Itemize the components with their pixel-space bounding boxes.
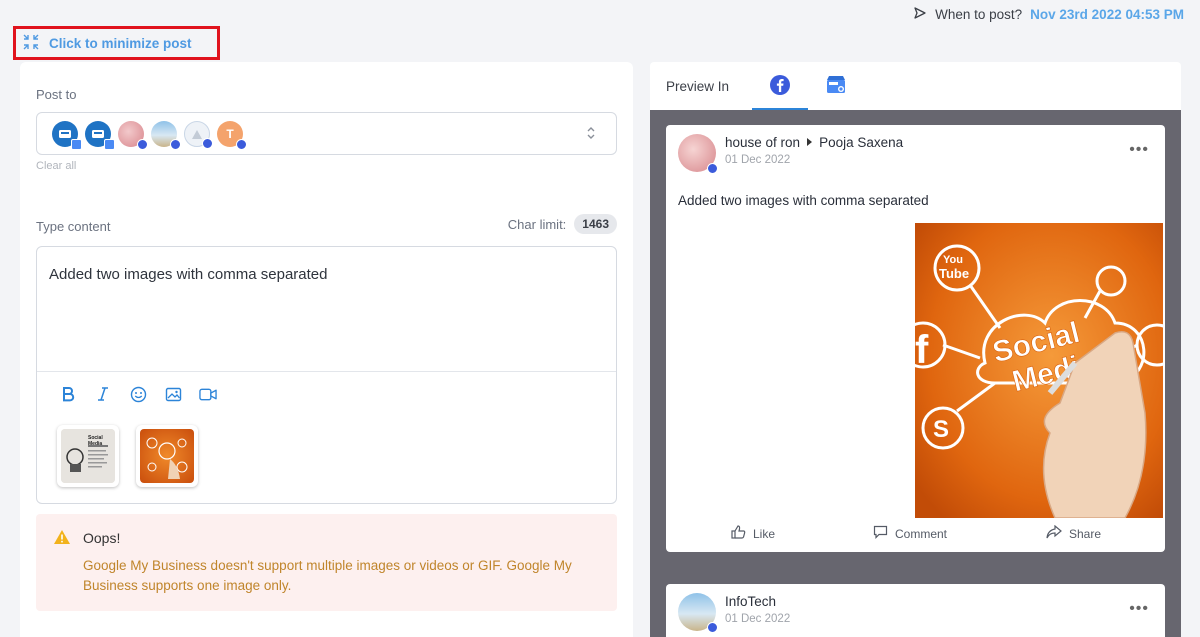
content-text[interactable]: Added two images with comma separated [49, 266, 327, 283]
account-avatar[interactable] [151, 120, 181, 150]
caret-right-icon [806, 135, 813, 150]
minimize-post-button[interactable]: Click to minimize post [13, 26, 220, 60]
avatar [678, 593, 718, 633]
attachment-thumbnail[interactable] [136, 425, 198, 487]
preview-tabs: Preview In [650, 62, 1181, 110]
post-date: 01 Dec 2022 [725, 154, 791, 166]
clear-all-link[interactable]: Clear all [36, 160, 76, 172]
type-content-label: Type content [36, 219, 111, 234]
account-avatar[interactable] [85, 120, 115, 150]
share-button[interactable]: Share [1046, 524, 1102, 542]
chevron-updown-icon[interactable] [586, 125, 596, 141]
more-options-icon[interactable]: ••• [1129, 141, 1149, 159]
comment-label: Comment [895, 526, 948, 541]
share-label: Share [1069, 526, 1102, 541]
facebook-tab-icon[interactable] [769, 74, 791, 96]
composer-card: Post to T Clear all Type content Char li… [20, 62, 633, 637]
svg-text:Tube: Tube [939, 266, 969, 281]
svg-text:f: f [915, 328, 929, 372]
account-selector[interactable]: T [36, 112, 617, 155]
account-avatar[interactable] [184, 120, 213, 149]
content-editor[interactable]: Added two images with comma separated So… [36, 246, 617, 504]
gmb-badge-icon [104, 138, 115, 150]
post-date: 01 Dec 2022 [725, 613, 791, 625]
char-limit: Char limit: 1463 [508, 214, 617, 234]
facebook-badge-icon [707, 622, 718, 633]
svg-text:S: S [933, 416, 949, 443]
post-header: house of ron Pooja Saxena [725, 135, 903, 150]
comment-icon [873, 525, 888, 542]
italic-icon[interactable] [94, 385, 112, 403]
gmb-badge-icon [71, 138, 82, 150]
attachment-list: Social Media [57, 425, 198, 487]
facebook-badge-icon [707, 163, 718, 174]
send-icon [913, 6, 927, 23]
post-image: You Tube f S g+ Social Media [915, 223, 1163, 518]
share-icon [1046, 524, 1062, 542]
facebook-badge-icon [202, 137, 213, 149]
facebook-badge-icon [137, 138, 148, 150]
author-name: Pooja Saxena [819, 135, 904, 150]
like-label: Like [753, 526, 776, 541]
char-limit-badge: 1463 [574, 214, 617, 234]
editor-divider [37, 371, 616, 372]
preview-label: Preview In [666, 78, 730, 94]
like-button[interactable]: Like [731, 525, 775, 542]
account-avatar[interactable] [118, 120, 148, 150]
minimize-icon [23, 34, 39, 53]
emoji-icon[interactable] [129, 385, 147, 403]
post-to-label: Post to [36, 87, 77, 102]
when-date[interactable]: Nov 23rd 2022 04:53 PM [1030, 7, 1184, 22]
warning-message: Google My Business doesn't support multi… [83, 558, 572, 593]
google-my-business-tab-icon[interactable] [825, 74, 847, 96]
schedule-info: When to post? Nov 23rd 2022 04:53 PM [913, 6, 1184, 23]
facebook-post-preview: house of ron Pooja Saxena 01 Dec 2022 ••… [666, 125, 1165, 552]
account-avatar[interactable]: T [217, 120, 247, 150]
preview-panel: Preview In house of ron Pooja Saxena 01 … [650, 62, 1181, 637]
post-header: InfoTech [725, 594, 776, 609]
bold-icon[interactable] [59, 385, 77, 403]
warning-title: Oops! [83, 530, 121, 546]
when-label: When to post? [935, 7, 1023, 22]
warning-alert: Oops! Google My Business doesn't support… [36, 514, 617, 611]
more-options-icon[interactable]: ••• [1129, 600, 1149, 618]
image-icon[interactable] [164, 385, 182, 403]
warning-icon [53, 529, 71, 550]
thumbs-up-icon [731, 525, 746, 542]
thumbnail-title: Social Media [88, 435, 103, 447]
account-avatar[interactable] [52, 120, 82, 150]
facebook-badge-icon [236, 138, 247, 150]
minimize-label: Click to minimize post [49, 35, 192, 51]
char-limit-label: Char limit: [507, 216, 567, 232]
page-name: house of ron [725, 135, 801, 150]
preview-canvas: house of ron Pooja Saxena 01 Dec 2022 ••… [650, 110, 1181, 637]
avatar-initial: T [226, 126, 234, 141]
video-icon[interactable] [199, 385, 217, 403]
facebook-badge-icon [170, 138, 181, 150]
attachment-thumbnail[interactable]: Social Media [57, 425, 119, 487]
page-name: InfoTech [725, 594, 777, 609]
post-content: Added two images with comma separated [678, 193, 929, 208]
avatar [678, 134, 718, 174]
comment-button[interactable]: Comment [873, 525, 947, 542]
facebook-post-preview: InfoTech 01 Dec 2022 ••• [666, 584, 1165, 637]
svg-text:You: You [943, 254, 963, 266]
editor-toolbar [59, 385, 217, 403]
